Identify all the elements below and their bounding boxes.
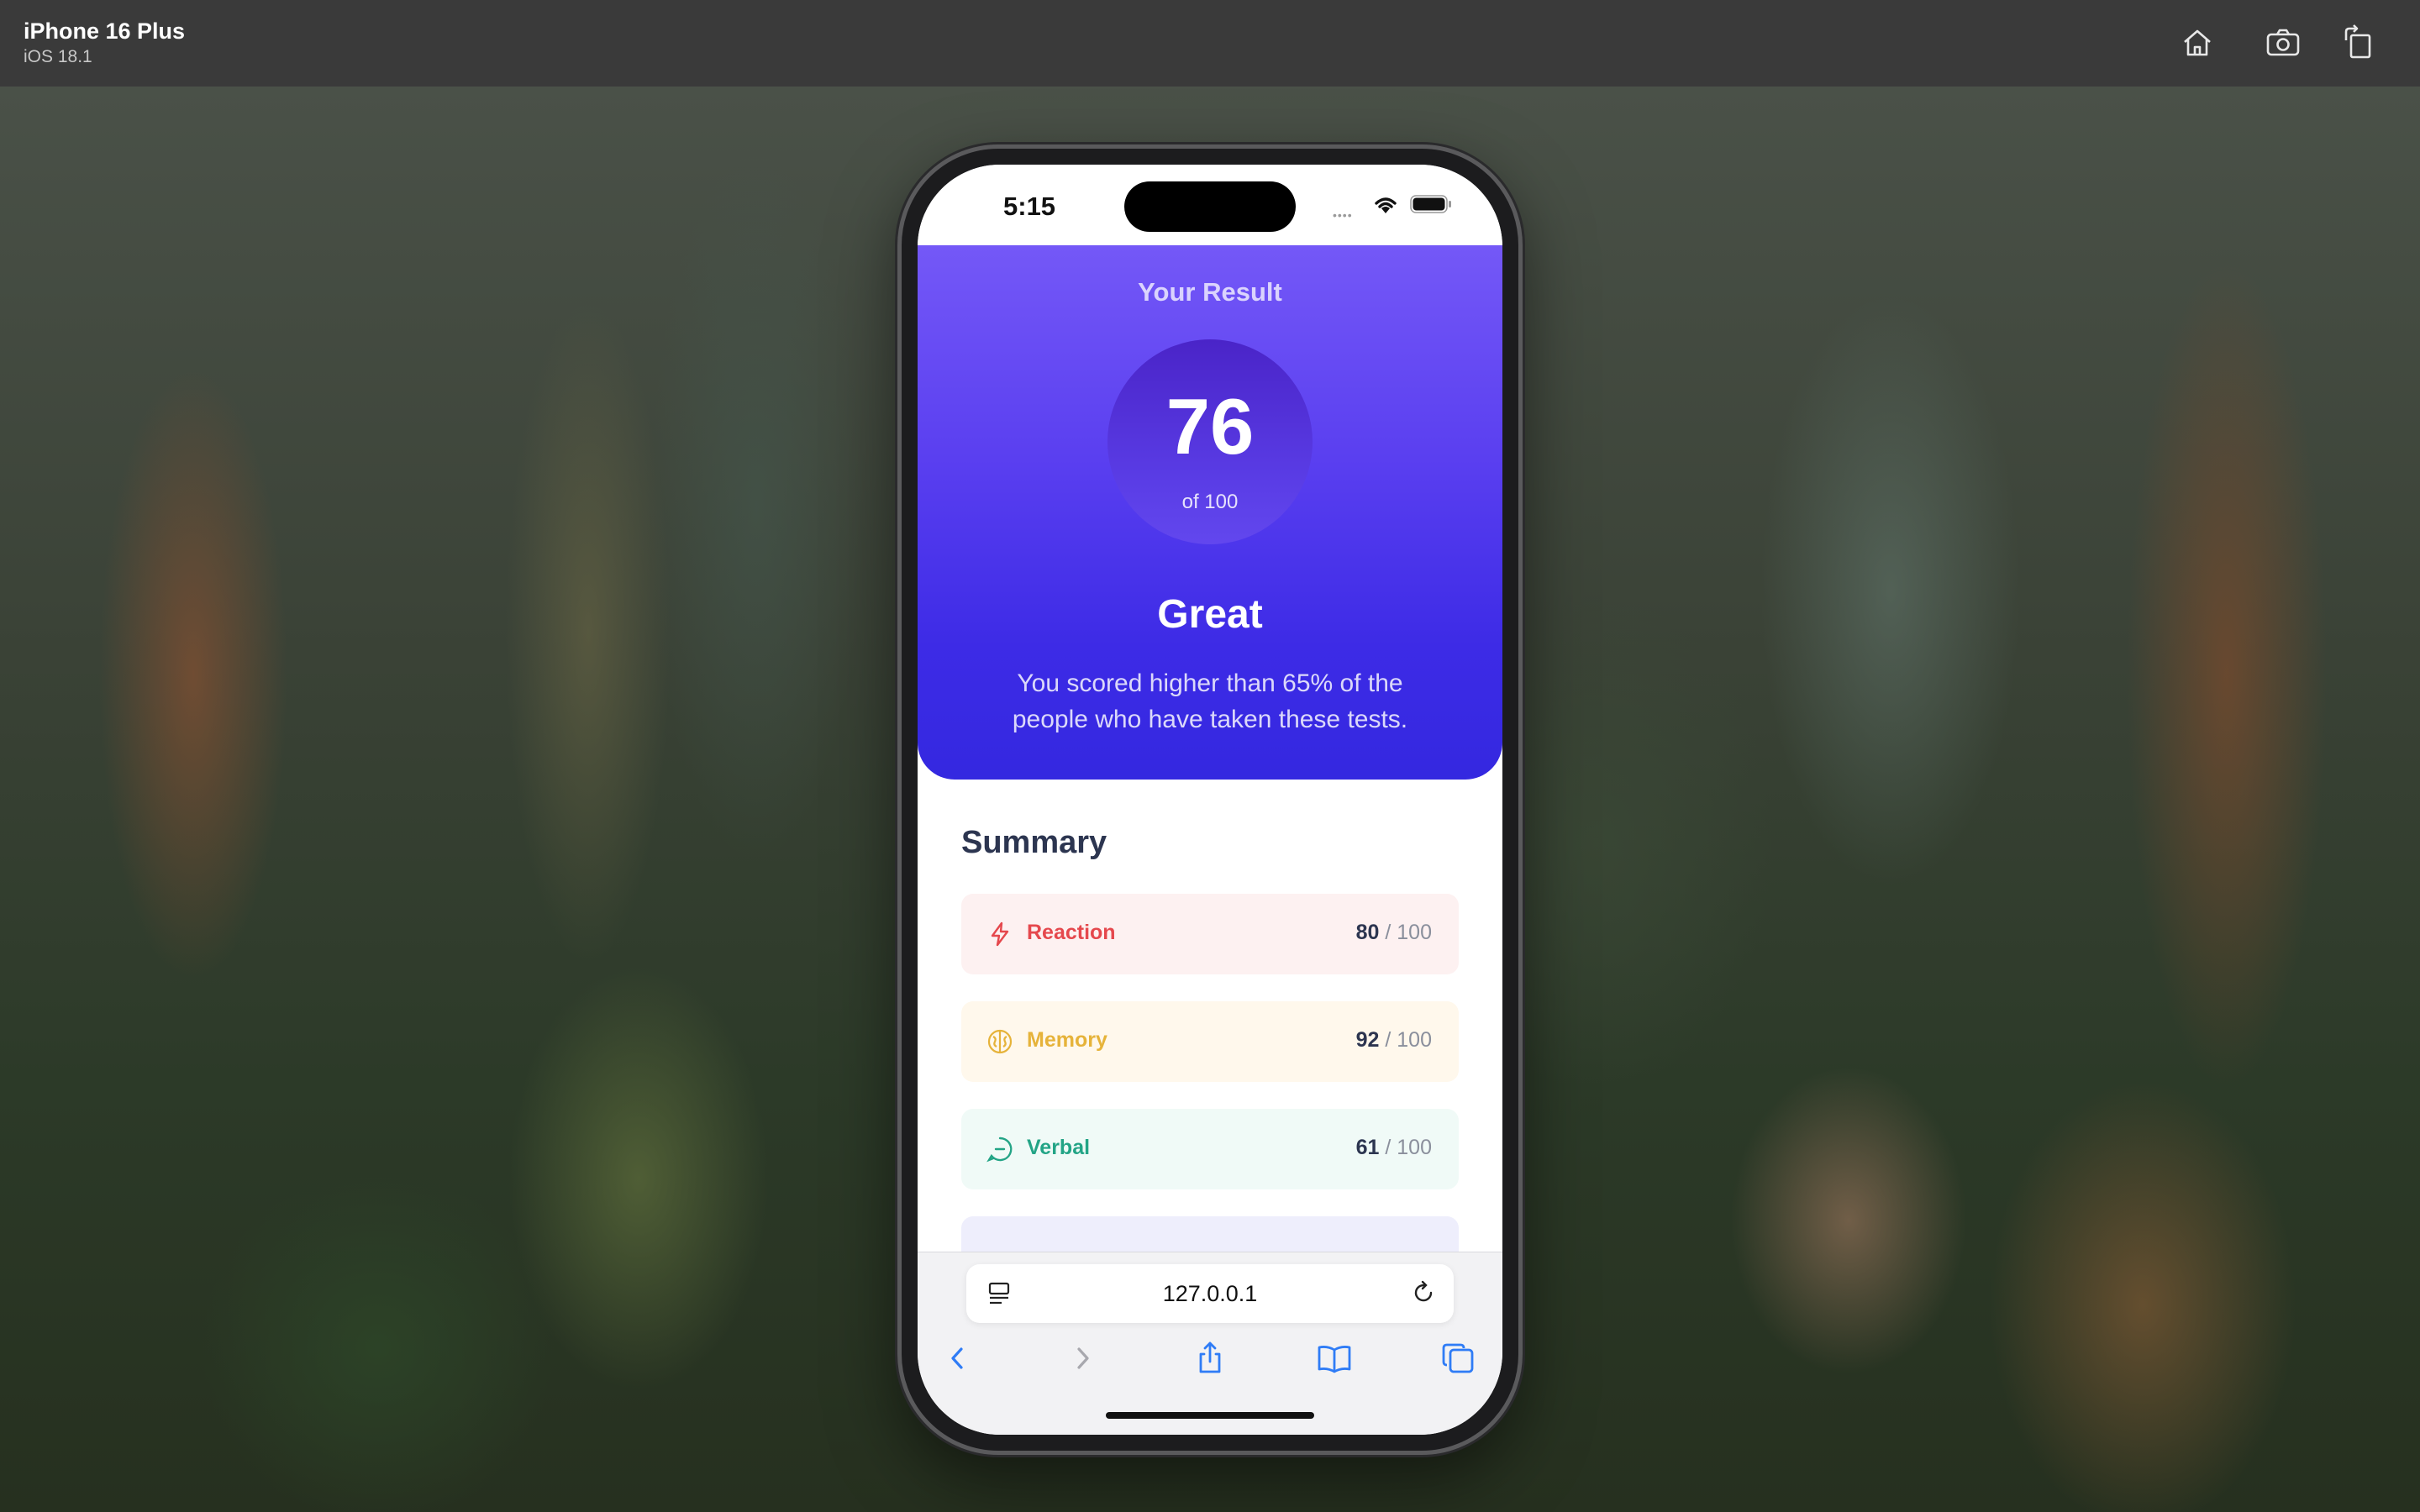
summary-item-score: 61 / 100 <box>1355 1136 1432 1159</box>
home-icon[interactable] <box>2178 24 2217 62</box>
summary-item-label: Memory <box>1027 1028 1107 1052</box>
tabs-icon[interactable] <box>1439 1338 1479 1378</box>
summary-item-verbal[interactable]: Verbal 61 / 100 <box>961 1109 1459 1189</box>
brain-icon <box>986 1028 1013 1055</box>
score-value: 76 <box>1165 382 1255 470</box>
result-description: You scored higher than 65% of the people… <box>1012 669 1408 733</box>
result-heading: Your Result <box>1138 277 1282 307</box>
battery-icon <box>1410 195 1451 213</box>
share-icon[interactable] <box>1190 1338 1230 1378</box>
simulator-titlebar: iPhone 16 Plus iOS 18.1 <box>0 0 2420 87</box>
summary-item-score: 80 / 100 <box>1355 921 1432 944</box>
browser-toolbar: 127.0.0.1 <box>918 1252 1502 1435</box>
dynamic-island <box>1124 181 1296 232</box>
rating-label: Great <box>1157 592 1263 637</box>
url-text: 127.0.0.1 <box>1162 1281 1258 1306</box>
address-bar[interactable]: 127.0.0.1 <box>966 1264 1454 1323</box>
phone-screen: 5:15 •••• Your Result 76 of 100 Great Yo… <box>918 165 1502 1435</box>
score-max: of 100 <box>1181 491 1239 513</box>
summary-item-score: 92 / 100 <box>1355 1028 1432 1052</box>
back-icon[interactable] <box>938 1338 978 1378</box>
summary-item-reaction[interactable]: Reaction 80 / 100 <box>961 894 1459 974</box>
home-indicator[interactable] <box>1106 1412 1314 1419</box>
summary-item-label: Verbal <box>1027 1136 1091 1159</box>
lightning-icon <box>986 921 1013 948</box>
chat-icon <box>986 1136 1013 1163</box>
status-bar: 5:15 •••• <box>918 165 1502 245</box>
summary-item-memory[interactable]: Memory 92 / 100 <box>961 1001 1459 1082</box>
result-header: Your Result 76 of 100 Great You scored h… <box>918 245 1502 780</box>
os-version: iOS 18.1 <box>24 47 92 66</box>
screenshot-icon[interactable] <box>2264 24 2302 62</box>
bookmarks-icon[interactable] <box>1314 1338 1355 1378</box>
summary-title: Summary <box>961 825 1107 860</box>
score-circle: 76 of 100 <box>1107 339 1313 544</box>
forward-icon[interactable] <box>1062 1338 1102 1378</box>
rotate-icon[interactable] <box>2339 24 2378 62</box>
summary-item-label: Reaction <box>1027 921 1116 944</box>
signal-dots: •••• <box>1333 208 1353 222</box>
status-time: 5:15 <box>1003 192 1056 221</box>
device-name: iPhone 16 Plus <box>24 18 186 44</box>
wifi-icon <box>1375 197 1397 213</box>
reload-icon[interactable] <box>1410 1279 1437 1306</box>
